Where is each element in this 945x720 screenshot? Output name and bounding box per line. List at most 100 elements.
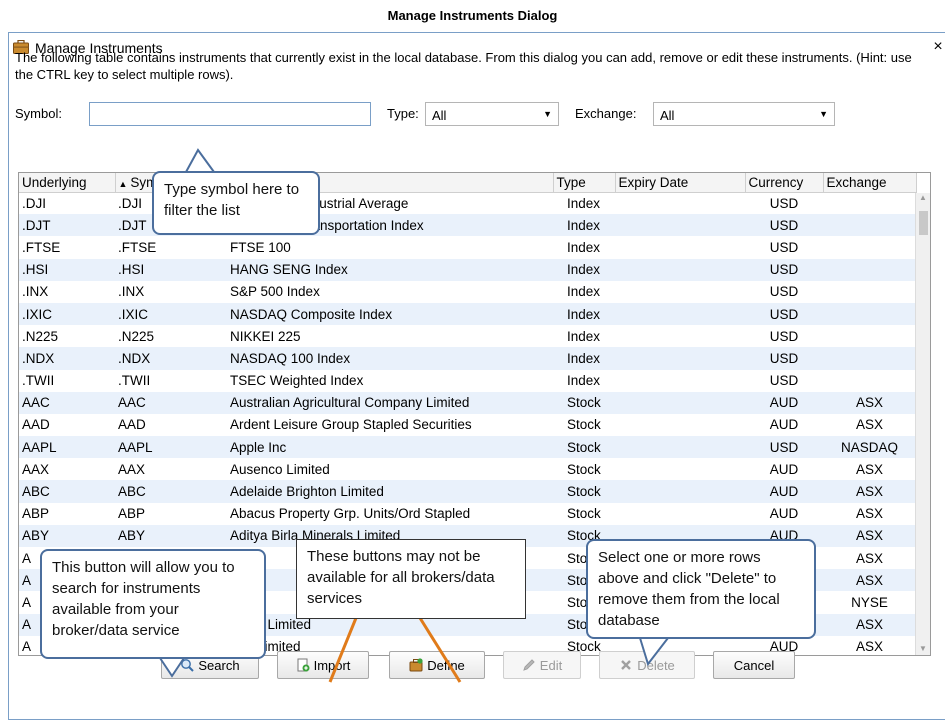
table-cell: [615, 302, 745, 326]
table-cell: .IXIC: [115, 302, 227, 326]
table-cell: Stock: [567, 506, 601, 522]
edit-button[interactable]: Edit: [503, 651, 581, 679]
table-cell: ASX: [823, 569, 916, 592]
table-row[interactable]: AAD AAD Ardent Leisure Group Stapled Secur…: [19, 414, 916, 436]
table-cell: Stock: [567, 461, 601, 477]
table-cell: NASDAQ: [823, 436, 916, 459]
table-cell: ASX: [855, 550, 883, 566]
table-cell: AAX: [22, 461, 50, 477]
scroll-down-icon[interactable]: ▼: [919, 644, 927, 653]
table-cell: Index: [567, 239, 601, 255]
chevron-down-icon: ▼: [543, 109, 552, 119]
table-row[interactable]: ABC ABC Adelaide Brighton Limited Stock AUD A…: [19, 480, 916, 503]
availability-hint-text: These buttons may not be available for a…: [307, 548, 495, 607]
delete-hint-callout: Select one or more rows above and click …: [586, 539, 816, 639]
table-cell: S&P 500 Index: [230, 284, 320, 300]
edit-button-label: Edit: [539, 657, 563, 673]
symbol-input[interactable]: [89, 102, 371, 126]
symbol-label: Symbol:: [15, 106, 62, 121]
cancel-button-label: Cancel: [733, 657, 775, 673]
table-row[interactable]: .HSI .HSI HANG SENG Index Index USD: [19, 258, 916, 281]
exchange-select[interactable]: All ▼: [653, 102, 835, 126]
table-cell: [615, 503, 745, 525]
scroll-up-icon[interactable]: ▲: [919, 193, 927, 202]
table-row[interactable]: .TWII .TWII TSEC Weighted Index Index USD: [19, 370, 916, 392]
table-cell: Ausenco Limited: [230, 461, 330, 477]
table-cell: Index: [553, 258, 615, 281]
table-cell: AAPL: [115, 436, 227, 459]
table-row[interactable]: AAC AAC Australian Agricultural Company Li…: [19, 391, 916, 414]
column-header-label: Underlying: [22, 174, 87, 190]
delete-button[interactable]: Delete: [599, 651, 695, 679]
table-cell: Stock: [553, 436, 615, 459]
column-header[interactable]: Currency: [745, 173, 824, 193]
table-row[interactable]: .N225 .N225 NIKKEI 225 Index USD: [19, 325, 916, 347]
table-cell: ASX: [823, 480, 916, 503]
table-cell: Stock: [567, 417, 601, 433]
table-cell: FTSE 100: [230, 239, 291, 255]
table-cell: [823, 281, 916, 303]
table-cell: [615, 391, 745, 414]
table-cell: AAC: [115, 391, 227, 414]
sort-ascending-icon: ▲: [118, 178, 128, 189]
table-cell: Stock: [553, 391, 615, 414]
table-cell: HANG SENG Index: [227, 258, 553, 281]
table-row[interactable]: AAX AAX Ausenco Limited Stock AUD ASX: [19, 458, 916, 480]
table-cell: .INX: [22, 284, 49, 300]
table-cell: ABC: [19, 480, 115, 503]
table-cell: Index: [567, 195, 601, 211]
table-cell: .N225: [118, 328, 155, 344]
symbol-hint-text: Type symbol here to filter the list: [164, 181, 300, 219]
import-button-label: Import: [313, 657, 351, 673]
pencil-icon: [523, 659, 535, 671]
define-button-label: Define: [427, 657, 465, 673]
column-header[interactable]: Expiry Date: [615, 173, 746, 193]
table-cell: ASX: [823, 524, 916, 547]
define-button[interactable]: Define: [389, 651, 485, 679]
column-header-label: Expiry Date: [618, 174, 689, 190]
import-button[interactable]: Import: [277, 651, 369, 679]
table-cell: Australian Agricultural Company Limited: [227, 391, 553, 414]
column-header-label: Exchange: [826, 174, 887, 190]
table-row[interactable]: AAPL AAPL Apple Inc Stock USD NASDAQ: [19, 436, 916, 459]
table-row[interactable]: .NDX .NDX NASDAQ 100 Index Index USD: [19, 347, 916, 370]
table-cell: USD: [769, 284, 799, 300]
table-cell: [823, 214, 916, 237]
table-cell: USD: [745, 302, 823, 326]
table-cell: .TWII: [22, 373, 55, 389]
column-header[interactable]: Underlying: [19, 173, 116, 193]
table-cell: ABC: [115, 480, 227, 503]
table-cell: ASX: [855, 461, 883, 477]
table-row[interactable]: .INX .INX S&P 500 Index Index USD: [19, 281, 916, 303]
table-cell: NIKKEI 225: [230, 328, 301, 344]
table-cell: AUD: [769, 417, 799, 433]
table-cell: .TWII: [118, 373, 151, 389]
scrollbar-thumb[interactable]: [919, 211, 928, 235]
table-cell: [823, 325, 916, 347]
table-cell: [615, 480, 745, 503]
delete-button-label: Delete: [637, 657, 675, 673]
table-cell: NASDAQ Composite Index: [227, 302, 553, 326]
table-cell: [615, 192, 745, 214]
type-select[interactable]: All ▼: [425, 102, 559, 126]
table-row[interactable]: .IXIC .IXIC NASDAQ Composite Index Index USD: [19, 302, 916, 326]
table-cell: AAD: [118, 417, 146, 433]
close-icon[interactable]: ×: [931, 38, 945, 56]
table-cell: .FTSE: [22, 239, 61, 255]
table-cell: [823, 370, 916, 392]
close-icon: [621, 660, 632, 670]
table-cell: USD: [769, 373, 799, 389]
vertical-scrollbar[interactable]: ▲ ▼: [915, 193, 930, 655]
table-cell: NYSE: [851, 594, 888, 610]
table-cell: USD: [745, 347, 823, 370]
table-row[interactable]: .FTSE .FTSE FTSE 100 Index USD: [19, 236, 916, 258]
exchange-label: Exchange:: [575, 106, 637, 121]
cancel-button[interactable]: Cancel: [713, 651, 795, 679]
table-cell: [615, 325, 745, 347]
import-icon: [297, 658, 310, 672]
table-cell: ABP: [118, 506, 146, 522]
table-row[interactable]: ABP ABP Abacus Property Grp. Units/Ord Sta…: [19, 503, 916, 525]
column-header[interactable]: Exchange: [823, 173, 917, 193]
column-header-label: Currency: [748, 174, 804, 190]
column-header[interactable]: Type: [553, 173, 616, 193]
